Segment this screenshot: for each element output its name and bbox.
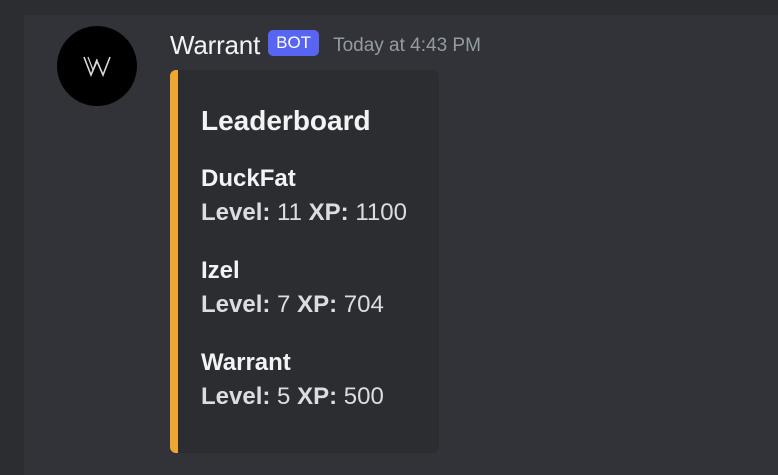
sidebar-edge — [0, 0, 24, 475]
xp-value: 500 — [343, 383, 384, 410]
leaderboard-entry: DuckFat Level: 11 XP: 1100 — [201, 162, 407, 230]
level-label: Level: — [201, 291, 271, 318]
bot-badge: BOT — [268, 30, 320, 56]
entry-name: Izel — [201, 257, 240, 284]
entry-stats: Level: 11 XP: 1100 — [201, 196, 407, 230]
xp-label: XP: — [297, 291, 338, 318]
level-value: 11 — [277, 199, 302, 226]
entry-name: Warrant — [201, 349, 291, 376]
chat-message: Warrant BOT Today at 4:43 PM Leaderboard… — [24, 15, 778, 475]
w-logo-icon — [83, 56, 111, 77]
level-value: 5 — [277, 383, 291, 410]
avatar[interactable] — [57, 26, 137, 106]
entry-stats: Level: 7 XP: 704 — [201, 288, 384, 322]
xp-value: 1100 — [355, 199, 407, 226]
level-value: 7 — [277, 291, 291, 318]
level-label: Level: — [201, 199, 271, 226]
embed-title: Leaderboard — [201, 105, 371, 136]
xp-label: XP: — [308, 199, 349, 226]
leaderboard-entry: Izel Level: 7 XP: 704 — [201, 254, 384, 322]
chat-view: Warrant BOT Today at 4:43 PM Leaderboard… — [0, 0, 778, 475]
entry-stats: Level: 5 XP: 500 — [201, 380, 384, 414]
previous-message-area — [24, 0, 778, 15]
xp-value: 704 — [343, 291, 384, 318]
entry-name: DuckFat — [201, 165, 296, 192]
message-header: Warrant BOT Today at 4:43 PM — [170, 25, 481, 65]
xp-label: XP: — [297, 383, 338, 410]
leaderboard-entry: Warrant Level: 5 XP: 500 — [201, 346, 384, 414]
level-label: Level: — [201, 383, 271, 410]
author-name[interactable]: Warrant — [170, 30, 260, 61]
leaderboard-embed: Leaderboard DuckFat Level: 11 XP: 1100 I… — [170, 70, 439, 453]
timestamp[interactable]: Today at 4:43 PM — [333, 35, 481, 57]
